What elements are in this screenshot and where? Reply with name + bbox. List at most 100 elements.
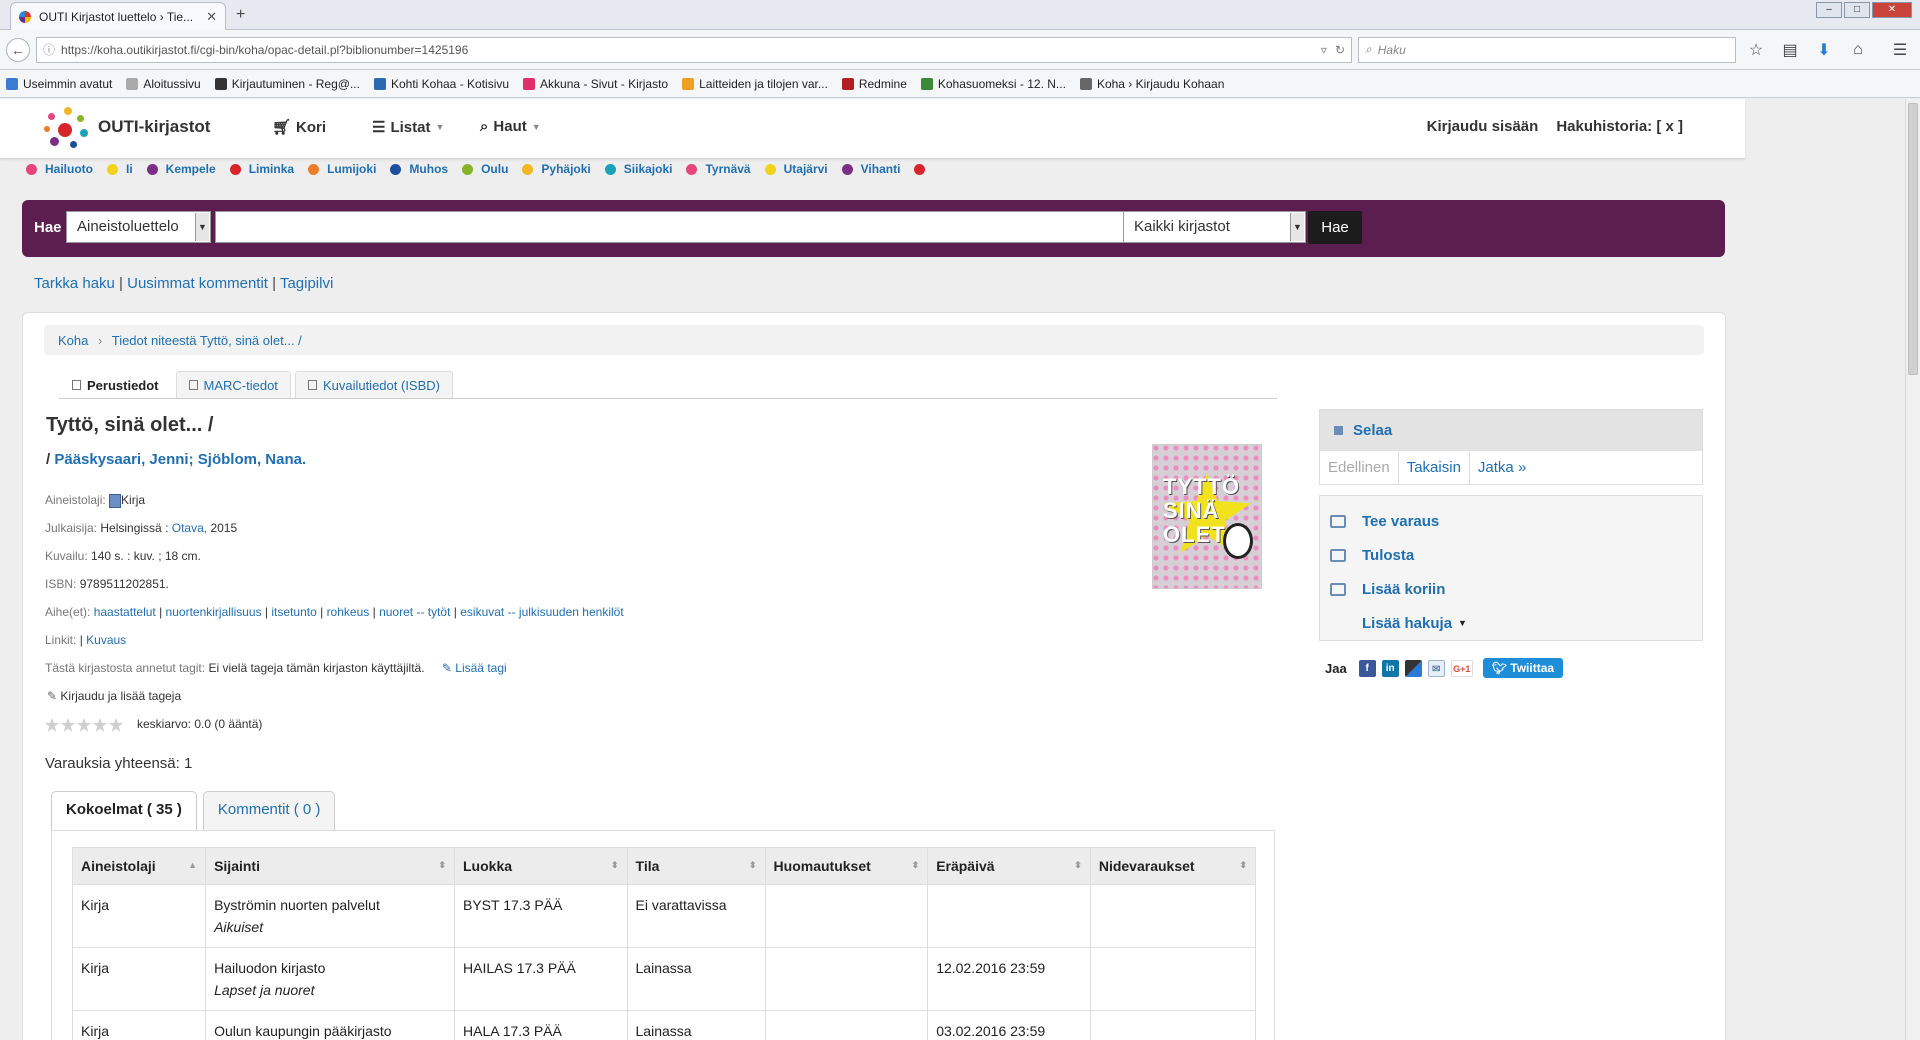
table-row: Kirja Byströmin nuorten palvelut Aikuiset B… (71, 884, 1257, 948)
bookmark-item[interactable]: Useimmin avatut (6, 77, 112, 91)
place-hold-action[interactable]: Tee varaus (1330, 504, 1692, 538)
close-window-icon[interactable]: ✕ (1872, 2, 1912, 18)
email-icon[interactable]: ✉ (1427, 659, 1445, 677)
column-header[interactable]: Aineistolaji ▲ (71, 847, 207, 885)
add-tag-link[interactable]: Lisää tagi (455, 661, 506, 675)
library-link[interactable]: Liminka (249, 162, 294, 176)
subject-link[interactable]: haastattelut (94, 605, 156, 619)
subject-link[interactable]: rohkeus (327, 605, 370, 619)
search-index-select[interactable]: Aineistoluettelo ▼ (66, 211, 211, 243)
library-link[interactable]: Vihanti (861, 162, 901, 176)
more-searches-action[interactable]: Lisää hakuja ▼ (1330, 606, 1692, 640)
publisher-link[interactable]: Otava, (172, 521, 207, 535)
page-scrollbar[interactable] (1905, 99, 1920, 1040)
description-link[interactable]: Kuvaus (86, 633, 126, 647)
library-link[interactable]: Utajärvi (784, 162, 828, 176)
subject-link[interactable]: esikuvat -- julkisuuden henkilöt (460, 605, 623, 619)
library-select[interactable]: Kaikki kirjastot ▼ (1123, 211, 1306, 243)
subject-link[interactable]: nuortenkirjallisuus (166, 605, 262, 619)
linkedin-icon[interactable]: in (1381, 659, 1399, 677)
advanced-search-link[interactable]: Tarkka haku (34, 275, 115, 292)
star-rating[interactable] (45, 717, 123, 732)
tab-normal-view[interactable]: Perustiedot (59, 371, 172, 398)
bookmark-item[interactable]: Koha › Kirjaudu Kohaan (1079, 77, 1224, 91)
bookmark-item[interactable]: Aloitussivu (126, 77, 201, 91)
library-link[interactable]: Ii (126, 162, 133, 176)
lists-menu[interactable]: ☰ Listat ▼ (372, 118, 444, 137)
close-tab-icon[interactable]: ✕ (206, 9, 217, 25)
library-link[interactable]: Muhos (409, 162, 448, 176)
next-link[interactable]: Jatka » (1470, 451, 1534, 484)
library-link[interactable]: Kempele (166, 162, 216, 176)
new-tab-icon[interactable]: + (236, 6, 245, 24)
tab-comments[interactable]: Kommentit ( 0 ) (202, 791, 336, 831)
library-dot-icon (522, 163, 534, 175)
breadcrumb-home[interactable]: Koha (58, 333, 88, 348)
column-header[interactable]: Sijainti ⬍ (205, 847, 455, 885)
scrollbar-thumb[interactable] (1908, 103, 1918, 375)
library-link[interactable]: Oulu (481, 162, 508, 176)
cart-link[interactable]: 🛒︎ Kori (272, 118, 326, 137)
browser-search-field[interactable]: ⌕ Haku (1358, 36, 1736, 63)
search-history-link[interactable]: Hakuhistoria: [ x ] (1556, 118, 1683, 135)
outi-logo[interactable] (44, 107, 92, 151)
maximize-icon[interactable]: □ (1844, 2, 1870, 18)
table-cell (1089, 884, 1257, 948)
subject-link[interactable]: itsetunto (271, 605, 316, 619)
searches-menu[interactable]: ⌕ Haut ▼ (480, 118, 541, 135)
column-header[interactable]: Eräpäivä ⬍ (927, 847, 1091, 885)
tag-cloud-link[interactable]: Tagipilvi (280, 275, 333, 292)
home-icon[interactable]: ⌂ (1844, 41, 1872, 59)
facebook-icon[interactable]: f (1358, 659, 1376, 677)
minimize-icon[interactable]: – (1816, 2, 1842, 18)
browser-tab[interactable]: OUTI Kirjastot luettelo › Tie... ✕ (10, 2, 226, 30)
dropdown-arrow-icon[interactable]: ▿ (1321, 43, 1327, 57)
tab-holdings[interactable]: Kokoelmat ( 35 ) (51, 791, 197, 831)
login-link[interactable]: Kirjaudu sisään (1427, 118, 1539, 135)
bookmark-item[interactable]: Kohasuomeksi - 12. N... (920, 77, 1066, 91)
reload-icon[interactable]: ↻ (1335, 43, 1345, 57)
bookmarks-menu-icon[interactable]: ▤ (1776, 40, 1804, 60)
tab-isbd-view[interactable]: Kuvailutiedot (ISBD) (294, 371, 453, 398)
column-header[interactable]: Nidevaraukset ⬍ (1089, 847, 1257, 885)
column-header[interactable]: Luokka ⬍ (454, 847, 628, 885)
tweet-button[interactable]: 🐦︎ Twiittaa (1482, 658, 1564, 678)
recent-comments-link[interactable]: Uusimmat kommentit (127, 275, 268, 292)
field-label: Kuvailu: (45, 549, 88, 563)
back-link[interactable]: Takaisin (1399, 451, 1470, 484)
menu-icon[interactable]: ☰ (1886, 40, 1914, 60)
back-icon[interactable]: ← (6, 37, 30, 62)
bookmark-star-icon[interactable]: ☆ (1742, 40, 1770, 60)
bookmark-item[interactable]: Redmine (841, 77, 907, 91)
cover-image[interactable]: TYTTÖ SINÄ OLET... (1152, 444, 1262, 589)
address-bar[interactable]: ⓘ https://koha.outikirjastot.fi/cgi-bin/… (36, 36, 1352, 63)
browse-header[interactable]: Selaa (1320, 410, 1702, 451)
info-icon[interactable]: ⓘ (43, 41, 55, 58)
breadcrumb-current[interactable]: Tiedot niteestä Tyttö, sinä olet... / (112, 333, 302, 348)
bookmark-item[interactable]: Akkuna - Sivut - Kirjasto (523, 77, 668, 91)
bookmark-item[interactable]: Laitteiden ja tilojen var... (682, 77, 828, 91)
author-link[interactable]: Pääskysaari, Jenni; (54, 451, 193, 468)
google-plus-icon[interactable]: G+1 (1450, 659, 1473, 677)
subject-link[interactable]: nuoret -- tytöt (379, 605, 450, 619)
delicious-icon[interactable] (1404, 659, 1422, 677)
author-link[interactable]: Sjöblom, Nana. (198, 451, 306, 468)
add-to-cart-action[interactable]: Lisää koriin (1330, 572, 1692, 606)
library-link[interactable]: Pyhäjoki (541, 162, 590, 176)
column-header[interactable]: Tila ⬍ (626, 847, 766, 885)
search-input[interactable] (215, 211, 1140, 243)
login-tags-link[interactable]: Kirjaudu ja lisää tageja (60, 689, 181, 703)
library-link[interactable]: Lumijoki (327, 162, 376, 176)
tab-marc-view[interactable]: MARC-tiedot (175, 371, 291, 398)
column-header[interactable]: Huomautukset ⬍ (764, 847, 929, 885)
download-icon[interactable]: ⬇ (1810, 40, 1838, 60)
search-button[interactable]: Hae (1308, 211, 1362, 244)
search-bar: Hae Aineistoluettelo ▼ Kaikki kirjastot … (22, 200, 1725, 257)
library-link[interactable]: Siikajoki (624, 162, 673, 176)
bookmark-item[interactable]: Kirjautuminen - Reg@... (214, 77, 360, 91)
library-link[interactable]: Hailuoto (45, 162, 93, 176)
library-link[interactable]: Tyrnävä (705, 162, 750, 176)
bookmark-item[interactable]: Kohti Kohaa - Kotisivu (373, 77, 509, 91)
brand-name[interactable]: OUTI-kirjastot (98, 117, 210, 137)
print-action[interactable]: Tulosta (1330, 538, 1692, 572)
